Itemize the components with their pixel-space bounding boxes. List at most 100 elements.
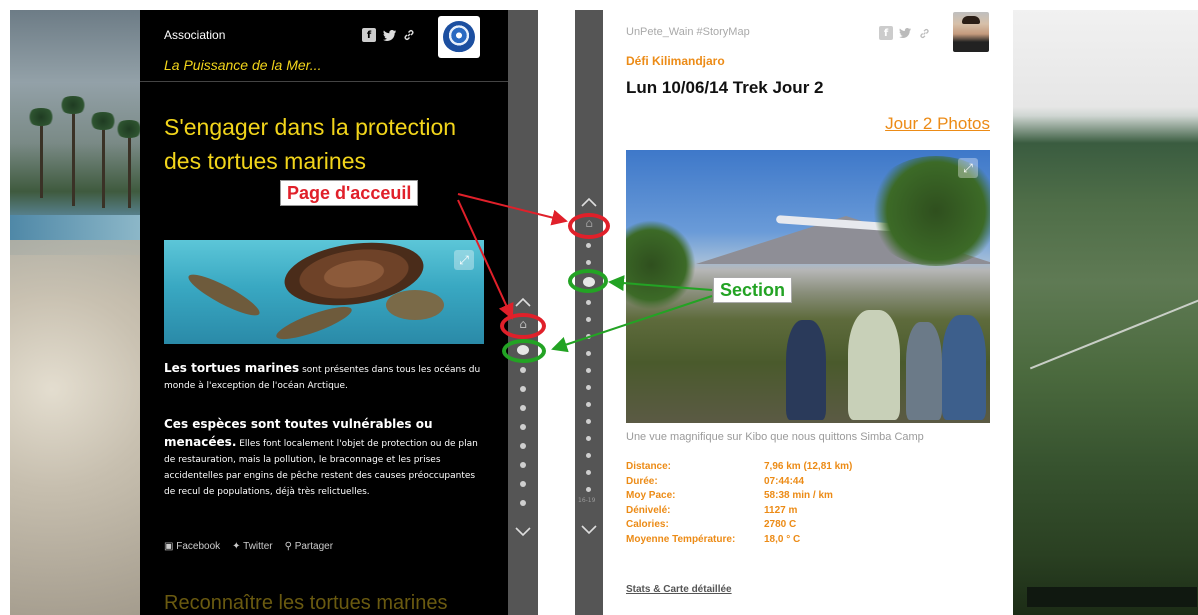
nav-dot[interactable]: [586, 260, 591, 265]
nav-dot[interactable]: [586, 436, 591, 441]
nav-dot[interactable]: [520, 367, 526, 373]
photo-caption: Une vue magnifique sur Kibo que nous qui…: [626, 431, 924, 443]
nav-dot[interactable]: [520, 481, 526, 487]
nav-dot[interactable]: [520, 462, 526, 468]
screenshot-root: Association La Puissance de la Mer... f …: [0, 0, 1198, 615]
detailed-stats-link[interactable]: Stats & Carte détaillée: [626, 584, 732, 595]
expand-icon[interactable]: ⤢: [454, 250, 474, 270]
palm-tree: [26, 108, 56, 198]
paragraph-2: Ces espèces sont toutes vulnérables ou m…: [164, 416, 486, 500]
home-highlight-ring: [500, 313, 546, 339]
stat-value: 18,0 ° C: [764, 533, 801, 545]
nav-dot[interactable]: [586, 334, 591, 339]
footer-twitter[interactable]: ✦ Twitter: [232, 541, 272, 552]
stat-row: Distance: 7,96 km (12,81 km): [626, 460, 852, 475]
chevron-up-icon[interactable]: [580, 194, 598, 212]
author-avatar[interactable]: [953, 12, 989, 52]
nav-dot[interactable]: [586, 470, 591, 475]
nav-dot[interactable]: [520, 424, 526, 430]
nav-dot[interactable]: [586, 351, 591, 356]
annotation-home-label: Page d'acceuil: [280, 180, 419, 206]
wave-logo-icon: [443, 21, 475, 53]
stat-value: 1127 m: [764, 504, 798, 516]
beach-sand: [10, 240, 150, 615]
footer-twitter-label: Twitter: [243, 541, 273, 552]
org-name: Association: [164, 28, 226, 42]
chevron-down-icon[interactable]: [580, 520, 598, 538]
paragraph-1-bold: Les tortues marines: [164, 361, 300, 375]
footer-share-label: Partager: [294, 541, 334, 552]
expand-icon[interactable]: ⤢: [958, 158, 978, 178]
link-icon[interactable]: [917, 26, 931, 40]
next-section-title: Reconnaître les tortues marines: [164, 592, 448, 614]
stat-row: Moyenne Température: 18,0 ° C: [626, 533, 852, 548]
stat-row: Moy Pace: 58:38 min / km: [626, 489, 852, 504]
nav-dot[interactable]: [586, 402, 591, 407]
hiker: [906, 322, 942, 420]
hiker: [848, 310, 900, 420]
stat-label: Durée:: [626, 475, 658, 487]
nav-dot[interactable]: [586, 487, 591, 492]
footer-facebook-label: Facebook: [176, 541, 221, 552]
chevron-up-icon[interactable]: [514, 294, 532, 312]
facebook-icon: ▣: [164, 541, 177, 552]
palm-tree: [114, 120, 144, 208]
photos-link[interactable]: Jour 2 Photos: [885, 114, 990, 134]
stat-label: Distance:: [626, 461, 672, 472]
organization-logo[interactable]: [438, 16, 480, 58]
link-icon[interactable]: [402, 28, 416, 42]
author-handle[interactable]: UnPete_Wain #StoryMap: [626, 26, 750, 38]
stat-value: 2780 C: [764, 519, 797, 530]
footer-share[interactable]: ⚲ Partager: [285, 541, 333, 552]
stat-label: Moyenne Température:: [626, 533, 736, 545]
stat-value: 7,96 km (12,81 km): [764, 461, 853, 472]
nav-dot[interactable]: [586, 368, 591, 373]
kilimanjaro-photo[interactable]: ⤢: [626, 150, 990, 423]
twitter-icon: ✦: [232, 541, 244, 552]
turtle-flipper: [184, 268, 264, 322]
nav-dot[interactable]: [520, 443, 526, 449]
tree: [626, 220, 696, 310]
stat-label: Moy Pace:: [626, 490, 676, 501]
facebook-icon[interactable]: f: [362, 28, 376, 42]
twitter-icon[interactable]: [898, 26, 912, 40]
right-story-panel: UnPete_Wain #StoryMap f Défi Kilimandjar…: [603, 10, 1013, 615]
annotation-section-label: Section: [713, 277, 793, 303]
hiker: [942, 315, 986, 420]
nav-dot[interactable]: [520, 386, 526, 392]
nav-dot[interactable]: [586, 385, 591, 390]
divider-gap: [538, 0, 575, 615]
stat-value: 07:44:44: [764, 475, 805, 487]
left-header: Association La Puissance de la Mer... f: [140, 10, 508, 82]
home-highlight-ring: [568, 213, 610, 239]
story-title: Défi Kilimandjaro: [626, 54, 725, 68]
share-footer: ▣ Facebook ✦ Twitter ⚲ Partager: [164, 541, 333, 552]
stat-label: Dénivelé:: [626, 504, 671, 516]
share-icons: f: [362, 28, 416, 42]
turtle-image[interactable]: ⤢: [164, 240, 484, 344]
nav-dot[interactable]: [586, 419, 591, 424]
map-info-bar: [1027, 587, 1197, 607]
nav-dot[interactable]: [520, 500, 526, 506]
nav-dot[interactable]: [586, 453, 591, 458]
trail-line: [1029, 292, 1198, 370]
section-highlight-ring: [502, 339, 546, 363]
chevron-down-icon[interactable]: [514, 522, 532, 540]
share-icons: f: [879, 26, 931, 40]
story-subtitle[interactable]: La Puissance de la Mer...: [164, 57, 321, 73]
link-icon: ⚲: [284, 541, 295, 552]
turtle-head: [386, 290, 444, 320]
section-highlight-ring: [568, 269, 608, 293]
section-title: S'engager dans la protection des tortues…: [164, 114, 457, 174]
nav-dot[interactable]: [586, 243, 591, 248]
nav-dot[interactable]: [586, 317, 591, 322]
left-story-panel: Association La Puissance de la Mer... f …: [140, 10, 508, 615]
stat-row: Calories: 2780 C: [626, 518, 852, 533]
paragraph-1: Les tortues marines sont présentes dans …: [164, 360, 486, 394]
twitter-icon[interactable]: [382, 28, 396, 42]
nav-dot[interactable]: [520, 405, 526, 411]
palm-tree: [88, 112, 118, 208]
facebook-icon[interactable]: f: [879, 26, 893, 40]
footer-facebook[interactable]: ▣ Facebook: [164, 541, 220, 552]
nav-dot[interactable]: [586, 300, 591, 305]
